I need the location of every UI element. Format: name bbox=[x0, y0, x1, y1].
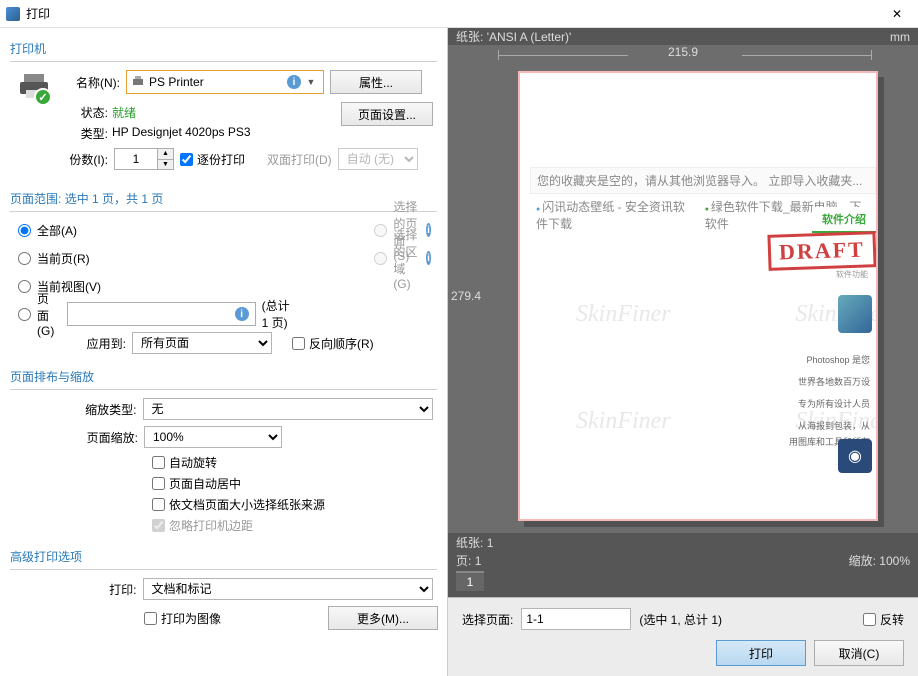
auto-center-checkbox[interactable]: 页面自动居中 bbox=[152, 475, 433, 492]
page-tab[interactable]: 1 bbox=[456, 571, 484, 591]
horizontal-ruler: 215.9 bbox=[448, 45, 918, 59]
preview-image-icon bbox=[838, 295, 872, 333]
reverse-checkbox[interactable]: 反向顺序(R) bbox=[292, 335, 374, 352]
spin-up-icon[interactable]: ▲ bbox=[158, 149, 173, 160]
radio-selected-area: 选择的区域(G) i bbox=[374, 248, 433, 268]
print-what-select[interactable]: 文档和标记 bbox=[143, 578, 433, 600]
ignore-margin-checkbox: 忽略打印机边距 bbox=[152, 517, 433, 534]
info-icon[interactable]: i bbox=[235, 307, 249, 321]
print-as-image-checkbox[interactable]: 打印为图像 bbox=[144, 610, 221, 627]
scale-section-title: 页面排布与缩放 bbox=[10, 364, 437, 390]
info-icon: i bbox=[426, 223, 431, 237]
scale-type-select[interactable]: 无 bbox=[143, 398, 433, 420]
printer-select[interactable]: PS Printer i ▼ bbox=[126, 70, 324, 94]
paper-name: 'ANSI A (Letter)' bbox=[487, 30, 572, 44]
choose-paper-checkbox[interactable]: 依文档页面大小选择纸张来源 bbox=[152, 496, 433, 513]
auto-rotate-checkbox[interactable]: 自动旋转 bbox=[152, 454, 433, 471]
info-icon: i bbox=[426, 251, 431, 265]
page-preview: SkinFiner SkinFiner SkinFiner SkinFiner … bbox=[518, 71, 878, 521]
more-button[interactable]: 更多(M)... bbox=[328, 606, 438, 630]
radio-all[interactable]: 全部(A) bbox=[18, 220, 294, 240]
select-pages-input[interactable] bbox=[521, 608, 631, 630]
apply-to-select[interactable]: 所有页面 bbox=[132, 332, 272, 354]
settings-panel: 打印机 ✓ 名称(N): PS Printer i bbox=[0, 28, 448, 676]
radio-current[interactable]: 当前页(R) bbox=[18, 248, 294, 268]
close-button[interactable]: ✕ bbox=[882, 4, 912, 24]
page-zoom-select[interactable]: 100% bbox=[144, 426, 282, 448]
radio-pages[interactable] bbox=[18, 308, 31, 321]
page-setup-button[interactable]: 页面设置... bbox=[341, 102, 433, 126]
chevron-down-icon: ▼ bbox=[303, 77, 319, 87]
window-title: 打印 bbox=[26, 5, 50, 22]
copies-spinner[interactable]: ▲▼ bbox=[114, 148, 174, 170]
print-button[interactable]: 打印 bbox=[716, 640, 806, 666]
advanced-section-title: 高级打印选项 bbox=[10, 544, 437, 570]
titlebar: 打印 ✕ bbox=[0, 0, 918, 28]
printer-name-label: 名称(N): bbox=[58, 74, 120, 91]
printer-status-icon: ✓ bbox=[18, 72, 50, 104]
collate-checkbox[interactable]: 逐份打印 bbox=[180, 151, 245, 168]
preview-logo-icon: ◉ bbox=[838, 439, 872, 473]
spin-down-icon[interactable]: ▼ bbox=[158, 160, 173, 170]
info-icon[interactable]: i bbox=[287, 75, 301, 89]
printer-status: 就绪 bbox=[112, 104, 136, 121]
invert-checkbox[interactable]: 反转 bbox=[863, 611, 904, 628]
unit-label: mm bbox=[890, 30, 910, 44]
pages-input[interactable]: i bbox=[67, 302, 256, 326]
vertical-ruler: 279.4 bbox=[448, 59, 484, 533]
duplex-select: 自动 (无) bbox=[338, 148, 418, 170]
cancel-button[interactable]: 取消(C) bbox=[814, 640, 904, 666]
app-icon bbox=[6, 7, 20, 21]
draft-stamp: DRAFT bbox=[768, 231, 877, 271]
properties-button[interactable]: 属性... bbox=[330, 70, 422, 94]
preview-panel: 纸张: 'ANSI A (Letter)' mm 215.9 279.4 Ski… bbox=[448, 28, 918, 676]
printer-type: HP Designjet 4020ps PS3 bbox=[112, 125, 251, 142]
range-section-title: 页面范围: 选中 1 页，共 1 页 bbox=[10, 186, 437, 212]
printer-section-title: 打印机 bbox=[10, 36, 437, 62]
duplex-label: 双面打印(D) bbox=[267, 151, 332, 168]
